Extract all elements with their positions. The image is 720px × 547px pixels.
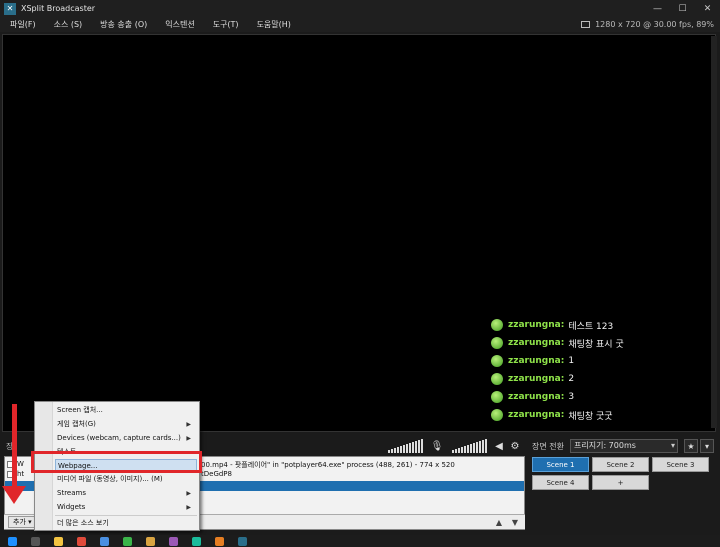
- menu-item-media-file[interactable]: 미디어 파일 (동영상, 이미지)... (M): [57, 473, 197, 486]
- chat-line: zzarungna: 채팅창 굿굿: [491, 406, 624, 424]
- chat-avatar-icon: [491, 409, 503, 421]
- minimize-button[interactable]: —: [645, 0, 670, 17]
- app-icon[interactable]: [192, 536, 201, 546]
- gear-icon[interactable]: ⚙: [508, 439, 522, 453]
- annotation-arrow: [12, 404, 17, 490]
- app-icon[interactable]: [215, 536, 224, 546]
- chat-overlay: zzarungna: 테스트 123 zzarungna: 채팅창 표시 굿 z…: [491, 316, 624, 424]
- annotation-arrow-head: [2, 486, 26, 504]
- menu-broadcast[interactable]: 방송 송출 (O): [90, 19, 155, 30]
- chat-avatar-icon: [491, 391, 503, 403]
- speaker-volume-meter: [452, 439, 487, 453]
- chat-line: zzarungna: 1: [491, 352, 624, 370]
- scene-options-dropdown[interactable]: ▾: [700, 439, 714, 453]
- source-name: ht: [17, 470, 25, 478]
- chat-message: 3: [568, 392, 575, 402]
- microphone-icon[interactable]: 🎙: [430, 439, 444, 453]
- submenu-arrow-icon: ▶: [186, 435, 191, 442]
- menu-tools[interactable]: 도구(T): [203, 19, 247, 30]
- chat-message: 1: [568, 356, 575, 366]
- menu-bar: 파일(F) 소스 (S) 방송 송출 (O) 익스텐션 도구(T) 도움말(H)…: [0, 17, 720, 32]
- chat-username: zzarungna:: [508, 338, 565, 348]
- submenu-arrow-icon: ▶: [186, 504, 191, 511]
- app-icon[interactable]: [146, 536, 155, 546]
- menu-file[interactable]: 파일(F): [0, 19, 44, 30]
- menu-help[interactable]: 도움말(H): [247, 19, 299, 30]
- close-button[interactable]: ✕: [695, 0, 720, 17]
- chevron-down-icon: ▾: [670, 441, 675, 450]
- menu-item-widgets[interactable]: Widgets ▶: [57, 501, 197, 514]
- scene-transition-label: 장면 전환: [532, 442, 564, 451]
- menu-separator: [55, 515, 197, 516]
- windows-taskbar: [0, 535, 720, 547]
- scene-3-button[interactable]: Scene 3: [652, 457, 709, 472]
- menu-sources[interactable]: 소스 (S): [44, 19, 91, 30]
- chat-avatar-icon: [491, 319, 503, 331]
- title-bar: ✕ XSplit Broadcaster — ☐ ✕: [0, 0, 720, 17]
- scene-4-button[interactable]: Scene 4: [532, 475, 589, 490]
- annotation-highlight-box: [31, 451, 202, 473]
- maximize-button[interactable]: ☐: [670, 0, 695, 17]
- file-explorer-icon[interactable]: [54, 536, 63, 546]
- chat-username: zzarungna:: [508, 356, 565, 366]
- chat-username: zzarungna:: [508, 320, 565, 330]
- scene-1-button[interactable]: Scene 1: [532, 457, 589, 472]
- chat-avatar-icon: [491, 355, 503, 367]
- transition-select[interactable]: 프리지기: 700ms ▾: [570, 439, 678, 453]
- submenu-arrow-icon: ▶: [186, 421, 191, 428]
- search-icon[interactable]: [31, 536, 40, 546]
- chat-avatar-icon: [491, 337, 503, 349]
- start-icon[interactable]: [8, 536, 17, 546]
- chat-line: zzarungna: 2: [491, 370, 624, 388]
- source-detail: tDeGdP8: [201, 470, 232, 478]
- chat-username: zzarungna:: [508, 392, 565, 402]
- chat-message: 2: [568, 374, 575, 384]
- chat-line: zzarungna: 테스트 123: [491, 316, 624, 334]
- preview-canvas[interactable]: zzarungna: 테스트 123 zzarungna: 채팅창 표시 굿 z…: [2, 34, 716, 432]
- menu-item-more-sources[interactable]: 더 많은 소스 보기: [57, 517, 197, 530]
- move-down-icon[interactable]: ▼: [510, 517, 520, 527]
- submenu-arrow-icon: ▶: [186, 490, 191, 497]
- speaker-icon[interactable]: ◀: [492, 439, 506, 453]
- right-scrollbar[interactable]: [711, 36, 717, 428]
- add-scene-button[interactable]: +: [592, 475, 649, 490]
- chat-line: zzarungna: 채팅창 표시 굿: [491, 334, 624, 352]
- chrome-icon[interactable]: [77, 536, 86, 546]
- xsplit-logo-icon: ✕: [4, 2, 16, 15]
- source-name: W: [17, 460, 24, 468]
- window-controls: — ☐ ✕: [645, 0, 720, 17]
- transition-value: 프리지기: 700ms: [574, 441, 636, 450]
- app-icon[interactable]: [123, 536, 132, 546]
- app-icon[interactable]: [169, 536, 178, 546]
- add-source-button[interactable]: 추가 ▾: [8, 516, 37, 528]
- stats-text: 1280 x 720 @ 30.00 fps, 89%: [595, 20, 714, 29]
- scene-2-button[interactable]: Scene 2: [592, 457, 649, 472]
- chat-avatar-icon: [491, 373, 503, 385]
- chat-message: 테스트 123: [568, 321, 614, 332]
- mic-volume-meter: [388, 439, 423, 453]
- menu-item-streams[interactable]: Streams ▶: [57, 487, 197, 500]
- menu-item-screen-capture[interactable]: Screen 캡처...: [57, 404, 197, 417]
- chat-line: zzarungna: 3: [491, 388, 624, 406]
- output-stats: 1280 x 720 @ 30.00 fps, 89%: [581, 17, 714, 32]
- menu-item-devices[interactable]: Devices (webcam, capture cards...) ▶: [57, 432, 197, 445]
- chat-message: 채팅창 굿굿: [568, 411, 613, 422]
- chat-username: zzarungna:: [508, 374, 565, 384]
- chat-username: zzarungna:: [508, 410, 565, 420]
- source-detail: 00.mp4 - 팟플레이어" in "potplayer64.exe" pro…: [201, 461, 455, 469]
- ie-icon[interactable]: [100, 536, 109, 546]
- xsplit-taskbar-icon[interactable]: [238, 536, 247, 546]
- star-icon[interactable]: ★: [684, 439, 698, 453]
- chat-message: 채팅창 표시 굿: [568, 339, 624, 350]
- move-up-icon[interactable]: ▲: [494, 517, 504, 527]
- menu-item-game-capture[interactable]: 게임 캡처(G) ▶: [57, 418, 197, 431]
- menu-extensions[interactable]: 익스텐션: [155, 19, 202, 30]
- window-title: XSplit Broadcaster: [21, 4, 96, 13]
- monitor-icon: [581, 21, 591, 28]
